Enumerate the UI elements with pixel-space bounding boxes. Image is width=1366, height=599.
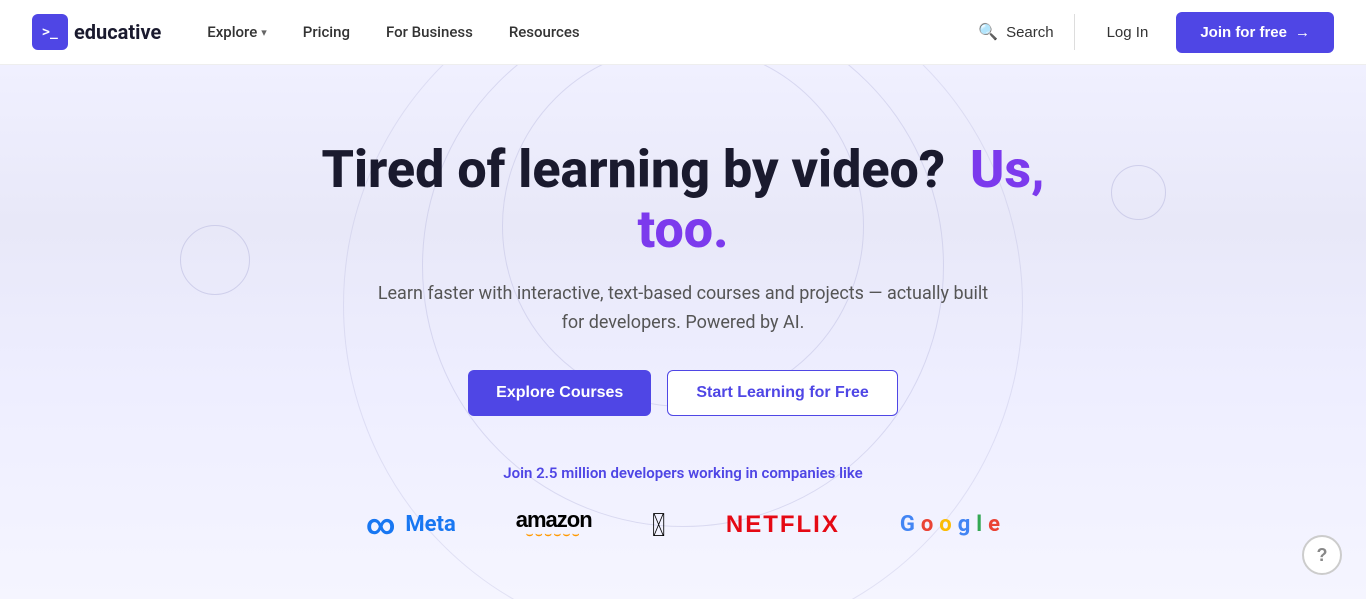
companies-count: 2.5 million xyxy=(536,464,610,482)
logo[interactable]: >_ educative xyxy=(32,14,161,50)
companies-prefix: Join xyxy=(503,464,532,482)
hero-title-part1: Tired of learning by video? xyxy=(321,139,945,200)
nav-resources-label: Resources xyxy=(509,23,580,41)
join-label: Join for free xyxy=(1200,24,1287,41)
amazon-smile-icon: ⌣⌣⌣⌣⌣⌣ xyxy=(526,529,581,542)
companies-suffix: developers working in companies like xyxy=(610,464,862,482)
help-icon: ? xyxy=(1317,545,1328,566)
hero-title: Tired of learning by video? Us, too. xyxy=(283,140,1083,260)
search-label: Search xyxy=(1006,24,1054,41)
google-logo: Google xyxy=(900,512,1000,537)
meta-logo: ∞ Meta xyxy=(366,508,456,541)
hero-section: Tired of learning by video? Us, too. Lea… xyxy=(0,65,1366,599)
amazon-logo: amazon ⌣⌣⌣⌣⌣⌣ xyxy=(516,507,592,542)
join-button[interactable]: Join for free → xyxy=(1176,12,1334,53)
nav-links: Explore ▾ Pricing For Business Resources xyxy=(193,15,962,49)
explore-courses-button[interactable]: Explore Courses xyxy=(468,370,651,416)
deco-circle-right xyxy=(1111,165,1166,220)
logo-icon: >_ xyxy=(32,14,68,50)
nav-right: 🔍 Search Log In Join for free → xyxy=(962,12,1334,53)
hero-subtitle: Learn faster with interactive, text-base… xyxy=(373,280,993,338)
nav-pricing[interactable]: Pricing xyxy=(289,15,364,49)
companies-section: Join 2.5 million developers working in c… xyxy=(366,464,1000,544)
meta-infinity-icon: ∞ xyxy=(366,508,395,541)
logo-symbol: >_ xyxy=(42,25,58,40)
help-button[interactable]: ? xyxy=(1302,535,1342,575)
arrow-icon: → xyxy=(1295,24,1310,41)
search-icon: 🔍 xyxy=(978,22,998,42)
nav-pricing-label: Pricing xyxy=(303,23,350,41)
logo-text: educative xyxy=(74,20,161,44)
chevron-down-icon: ▾ xyxy=(261,26,267,39)
companies-logos: ∞ Meta amazon ⌣⌣⌣⌣⌣⌣  NETFLIX Google xyxy=(366,506,1000,544)
nav-for-business[interactable]: For Business xyxy=(372,15,487,49)
navbar: >_ educative Explore ▾ Pricing For Busin… xyxy=(0,0,1366,65)
nav-explore-label: Explore xyxy=(207,23,257,41)
deco-circle-left xyxy=(180,225,250,295)
login-button[interactable]: Log In xyxy=(1091,16,1165,49)
apple-logo:  xyxy=(652,506,666,544)
login-label: Log In xyxy=(1107,24,1149,41)
apple-icon:  xyxy=(652,506,666,544)
start-learning-button[interactable]: Start Learning for Free xyxy=(667,370,897,416)
search-button[interactable]: 🔍 Search xyxy=(962,14,1074,50)
nav-for-business-label: For Business xyxy=(386,23,473,41)
nav-resources[interactable]: Resources xyxy=(495,15,594,49)
companies-label: Join 2.5 million developers working in c… xyxy=(366,464,1000,482)
nav-explore[interactable]: Explore ▾ xyxy=(193,15,281,49)
netflix-logo: NETFLIX xyxy=(726,511,840,539)
hero-content: Tired of learning by video? Us, too. Lea… xyxy=(283,140,1083,463)
hero-buttons: Explore Courses Start Learning for Free xyxy=(283,370,1083,416)
